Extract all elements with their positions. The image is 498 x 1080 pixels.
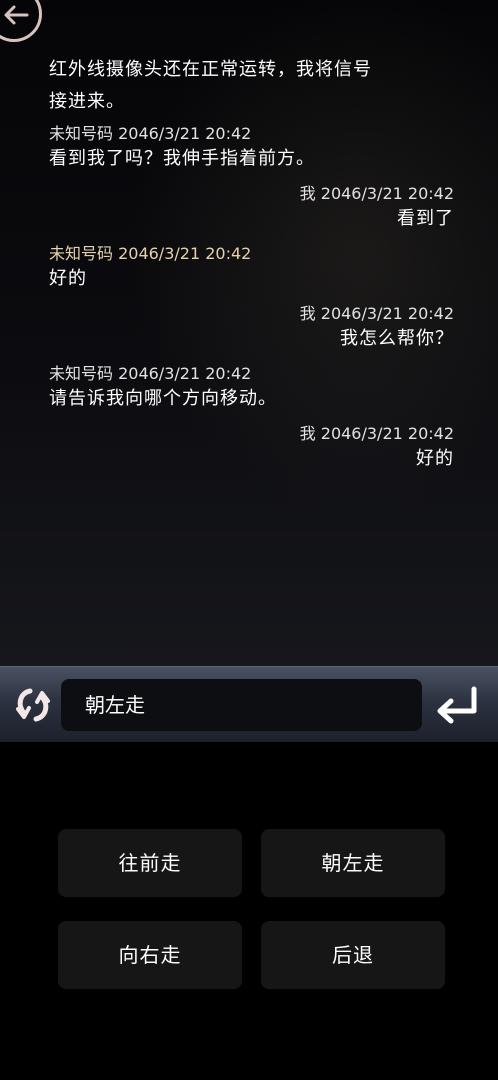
message-incoming: 未知号码 2046/3/21 20:42 请告诉我向哪个方向移动。 [49, 364, 277, 414]
message-text: 好的 [49, 268, 87, 289]
chat-screen: 红外线摄像头还在正常运转，我将信号接进来。 未知号码 2046/3/21 20:… [0, 0, 498, 1080]
option-button[interactable]: 往前走 [58, 829, 242, 897]
chat-area: 红外线摄像头还在正常运转，我将信号接进来。 未知号码 2046/3/21 20:… [0, 0, 498, 666]
message-text: 看到了 [397, 208, 454, 229]
message-text: 我怎么帮你？ [340, 328, 454, 349]
message-meta: 我 2046/3/21 20:42 [299, 304, 454, 323]
message-meta: 未知号码 2046/3/21 20:42 [49, 364, 252, 383]
option-button[interactable]: 朝左走 [261, 829, 445, 897]
input-bar: 朝左走 [0, 666, 498, 743]
refresh-options-button[interactable] [12, 685, 54, 725]
refresh-icon [16, 688, 50, 722]
message-meta: 我 2046/3/21 20:42 [299, 184, 454, 203]
message-outgoing: 我 2046/3/21 20:42 看到了 [300, 184, 454, 234]
message-meta: 未知号码 2046/3/21 20:42 [49, 124, 252, 143]
message-incoming: 未知号码 2046/3/21 20:42 好的 [49, 244, 251, 294]
message-text: 好的 [416, 448, 454, 469]
option-button[interactable]: 向右走 [58, 921, 242, 989]
enter-arrow-icon [437, 686, 477, 724]
message-meta: 我 2046/3/21 20:42 [299, 424, 454, 443]
message-outgoing: 我 2046/3/21 20:42 我怎么帮你？ [300, 304, 454, 354]
reply-options: 往前走 朝左走 向右走 后退 [0, 742, 498, 1080]
arrow-left-icon [4, 5, 29, 25]
message-input[interactable]: 朝左走 [61, 679, 422, 731]
message-text: 请告诉我向哪个方向移动。 [49, 388, 277, 409]
send-button[interactable] [434, 685, 482, 725]
message-text: 看到我了吗？我伸手指着前方。 [49, 148, 315, 169]
message-meta: 未知号码 2046/3/21 20:42 [49, 244, 252, 263]
message-outgoing: 我 2046/3/21 20:42 好的 [300, 424, 454, 474]
intro-message: 红外线摄像头还在正常运转，我将信号接进来。 [49, 59, 372, 112]
message-incoming: 未知号码 2046/3/21 20:42 看到我了吗？我伸手指着前方。 [49, 124, 315, 174]
back-button[interactable] [0, 0, 42, 42]
option-button[interactable]: 后退 [261, 921, 445, 989]
